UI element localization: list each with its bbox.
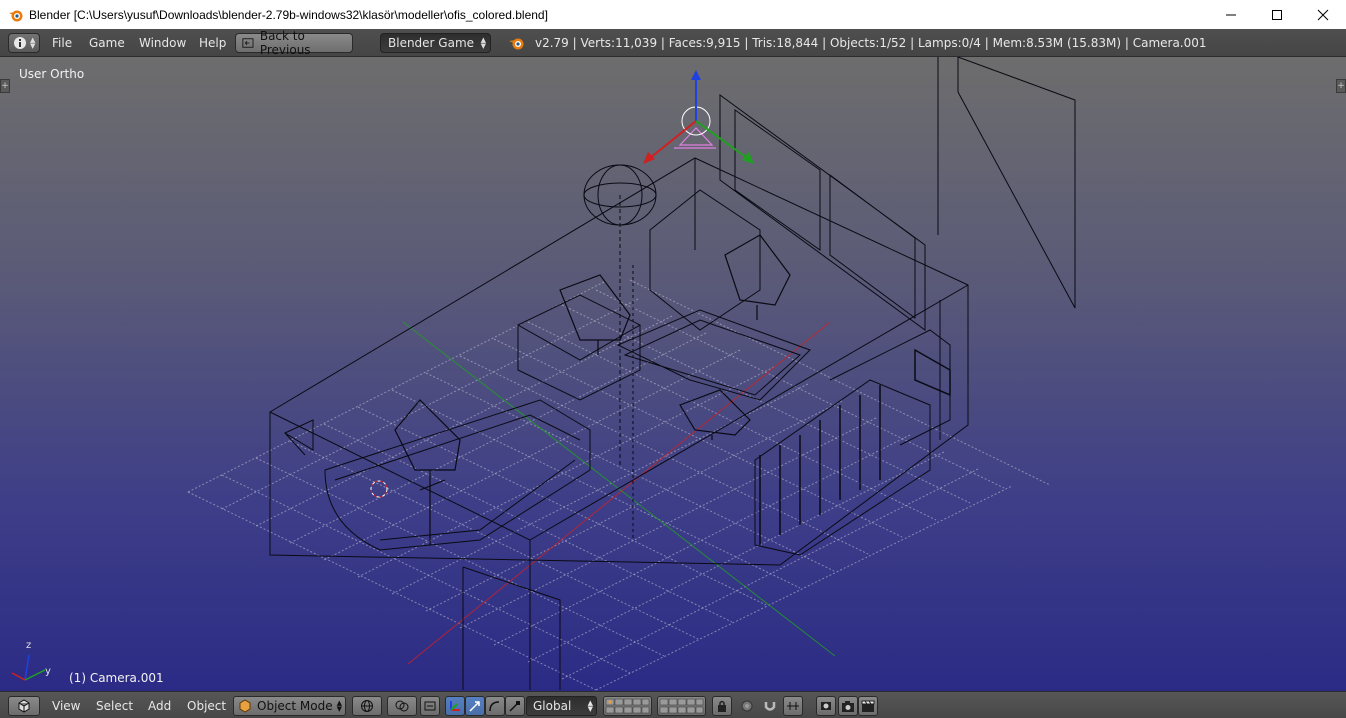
tool-shelf-toggle[interactable]: + xyxy=(0,79,10,93)
layer-grid-icon xyxy=(659,698,704,714)
render-opengl-icon xyxy=(821,702,831,710)
translate-manipulator-button[interactable] xyxy=(465,696,485,716)
translate-arrow-icon xyxy=(469,701,480,712)
menu-window[interactable]: Window xyxy=(139,36,186,50)
dropdown-arrows-icon: ▲ ▼ xyxy=(480,36,486,50)
lock-camera-button[interactable] xyxy=(712,696,732,716)
3d-view-header: View Select Add Object Object Mode ▲ ▼ Gl… xyxy=(0,691,1346,718)
lamp-object xyxy=(583,164,657,540)
maximize-button[interactable] xyxy=(1254,0,1300,29)
properties-panel-toggle[interactable]: + xyxy=(1336,79,1346,93)
manipulator-icon xyxy=(424,701,436,711)
layer-grid-icon xyxy=(605,698,650,714)
axis-y-label: y xyxy=(45,666,51,677)
render-animation-button[interactable] xyxy=(858,696,878,716)
menu-help[interactable]: Help xyxy=(199,36,226,50)
3d-view-cube-icon xyxy=(18,699,30,713)
minimize-icon xyxy=(1226,14,1236,15)
dropdown-arrows-icon: ▲ ▼ xyxy=(336,699,342,713)
3d-viewport[interactable]: z y User Ortho (1) Camera.001 + + xyxy=(0,57,1346,691)
transform-orientation-select[interactable]: Global ▲ ▼ xyxy=(526,696,597,716)
menu-game[interactable]: Game xyxy=(89,36,125,50)
menu-add[interactable]: Add xyxy=(148,699,171,713)
pivot-icon xyxy=(395,700,409,712)
proportional-edit-icon xyxy=(741,700,753,712)
pivot-point-select[interactable] xyxy=(387,696,417,716)
window-title: Blender [C:\Users\yusuf\Downloads\blende… xyxy=(29,7,548,22)
back-to-previous-label: Back to Previous xyxy=(259,29,311,57)
wireframe-shading-icon xyxy=(361,700,373,712)
magnet-icon xyxy=(764,702,776,711)
clapperboard-icon xyxy=(861,700,875,712)
interaction-mode-select[interactable]: Object Mode ▲ ▼ xyxy=(233,696,346,716)
floor-grid xyxy=(187,279,1051,691)
viewport-shading-select[interactable] xyxy=(352,696,382,716)
snap-increment-icon xyxy=(787,702,799,710)
object-mode-icon xyxy=(239,699,251,713)
menu-select[interactable]: Select xyxy=(96,699,133,713)
axis-z-label: z xyxy=(26,640,32,651)
editor-type-3dview-select[interactable] xyxy=(8,696,40,716)
x-axis-arrow xyxy=(649,120,697,159)
blender-logo-icon xyxy=(509,38,524,50)
screen-back-icon xyxy=(242,38,254,48)
minimize-button[interactable] xyxy=(1208,0,1254,29)
chair-wireframes xyxy=(394,234,791,545)
lock-icon xyxy=(718,700,726,712)
viewport-scene xyxy=(11,57,1076,691)
scene-layers-row-2[interactable] xyxy=(657,696,706,716)
blender-logo-icon xyxy=(9,10,23,21)
snap-toggle-button[interactable] xyxy=(760,696,780,716)
room-wireframe xyxy=(269,57,1076,690)
render-engine-select[interactable]: Blender Game ▲ ▼ xyxy=(380,33,491,53)
render-button[interactable] xyxy=(816,696,836,716)
maximize-icon xyxy=(1272,9,1282,20)
interaction-mode-value: Object Mode xyxy=(257,699,333,713)
view-name-label: User Ortho xyxy=(19,67,85,81)
render-image-button[interactable] xyxy=(838,696,858,716)
dropdown-arrows-icon: ▲ ▼ xyxy=(587,699,593,713)
x-axis-line xyxy=(407,321,831,665)
window-title-bar: Blender [C:\Users\yusuf\Downloads\blende… xyxy=(0,0,1346,29)
editor-type-select[interactable]: ▲ ▼ xyxy=(8,33,40,53)
axis-manipulator-icon xyxy=(450,701,460,711)
info-header: ▲ ▼ File Game Window Help Back to Previou… xyxy=(0,29,1346,57)
close-button[interactable] xyxy=(1300,0,1346,29)
back-to-previous-button[interactable]: Back to Previous xyxy=(235,29,353,57)
desk-wireframe xyxy=(324,189,951,690)
scene-layers-row-1[interactable] xyxy=(603,696,652,716)
mini-axis-gizmo xyxy=(11,654,46,681)
camera-render-icon xyxy=(842,701,854,712)
scale-manipulator-button[interactable] xyxy=(505,696,525,716)
scale-icon xyxy=(509,701,520,712)
menu-view[interactable]: View xyxy=(52,699,80,713)
render-engine-value: Blender Game xyxy=(388,36,475,50)
y-axis-line xyxy=(402,321,836,657)
close-icon xyxy=(1317,9,1329,20)
y-axis-arrow xyxy=(695,120,748,159)
transform-manipulator-toggle[interactable] xyxy=(445,696,465,716)
menu-file[interactable]: File xyxy=(52,36,72,50)
manipulator-toggle[interactable] xyxy=(420,696,440,716)
menu-object[interactable]: Object xyxy=(187,699,226,713)
active-object-label: (1) Camera.001 xyxy=(69,671,164,685)
proportional-editing-button[interactable] xyxy=(737,696,757,716)
snap-element-select[interactable] xyxy=(783,696,803,716)
dropdown-arrows-icon: ▲ ▼ xyxy=(30,36,36,50)
scene-statistics: v2.79 | Verts:11,039 | Faces:9,915 | Tri… xyxy=(535,36,1207,50)
info-icon xyxy=(14,37,26,49)
3d-cursor xyxy=(370,480,388,498)
transform-orientation-value: Global xyxy=(533,699,572,713)
rotate-manipulator-button[interactable] xyxy=(485,696,505,716)
rotate-icon xyxy=(489,701,500,712)
